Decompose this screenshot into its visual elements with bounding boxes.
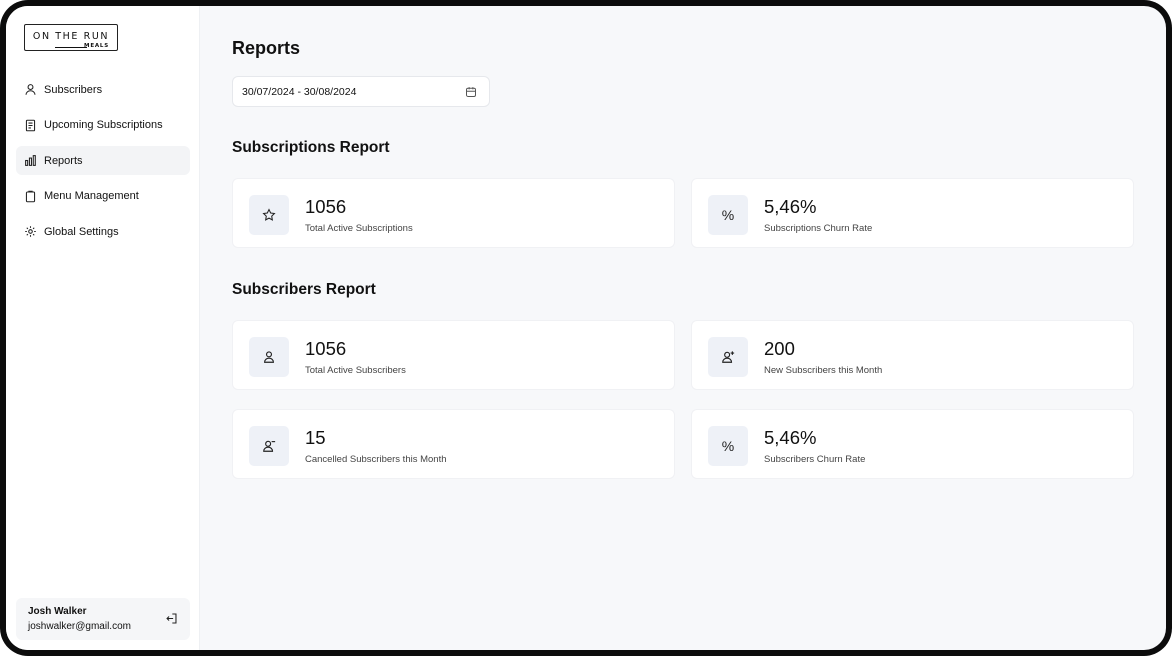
device-frame: ON THE RUN MEALS Subscribers Upcoming Su…	[0, 0, 1172, 656]
stat-value: 1056	[305, 338, 347, 359]
date-range-value: 30/07/2024 - 30/08/2024	[242, 85, 357, 98]
subscribers-report-title: Subscribers Report	[232, 281, 376, 298]
calendar-icon[interactable]	[465, 86, 477, 98]
stat-value: 15	[305, 427, 326, 448]
sidebar-item-label: Upcoming Subscriptions	[44, 119, 163, 131]
user-icon	[249, 337, 289, 377]
logo-underline	[55, 47, 87, 48]
sidebar-item-reports[interactable]: Reports	[16, 146, 190, 175]
stat-card-cancelled-subscribers: 15 Cancelled Subscribers this Month	[232, 409, 675, 479]
stat-value: 5,46%	[764, 427, 817, 448]
date-range-picker[interactable]: 30/07/2024 - 30/08/2024	[232, 76, 490, 107]
sidebar-item-label: Menu Management	[44, 190, 139, 202]
stat-label: Cancelled Subscribers this Month	[305, 454, 447, 465]
user-minus-icon	[249, 426, 289, 466]
page-title: Reports	[232, 38, 301, 58]
stat-card-subscribers-churn-rate: % 5,46% Subscribers Churn Rate	[691, 409, 1134, 479]
receipt-icon	[24, 119, 37, 132]
sidebar-item-subscribers[interactable]: Subscribers	[16, 75, 190, 104]
percent-icon: %	[708, 195, 748, 235]
app-screen: ON THE RUN MEALS Subscribers Upcoming Su…	[6, 6, 1166, 650]
sidebar-item-upcoming-subscriptions[interactable]: Upcoming Subscriptions	[16, 111, 190, 140]
stat-label: Subscriptions Churn Rate	[764, 223, 873, 234]
stat-label: New Subscribers this Month	[764, 365, 883, 376]
stat-value: 200	[764, 338, 795, 359]
sidebar: ON THE RUN MEALS Subscribers Upcoming Su…	[6, 6, 200, 650]
user-email: joshwalker@gmail.com	[28, 621, 131, 632]
stat-value: 5,46%	[764, 196, 817, 217]
stat-label: Total Active Subscribers	[305, 365, 406, 376]
gear-icon	[24, 225, 37, 238]
user-card: Josh Walker joshwalker@gmail.com	[16, 598, 190, 640]
stat-card-subscriptions-churn-rate: % 5,46% Subscriptions Churn Rate	[691, 178, 1134, 248]
stat-card-total-active-subscribers: 1056 Total Active Subscribers	[232, 320, 675, 390]
stat-card-new-subscribers: 200 New Subscribers this Month	[691, 320, 1134, 390]
sidebar-item-label: Global Settings	[44, 225, 119, 238]
sidebar-item-global-settings[interactable]: Global Settings	[16, 217, 190, 246]
user-plus-icon	[708, 337, 748, 377]
clipboard-icon	[24, 190, 37, 203]
stat-value: 1056	[305, 196, 347, 217]
bar-chart-icon	[24, 154, 37, 167]
sidebar-nav: Subscribers Upcoming Subscriptions Repor…	[16, 75, 190, 253]
stat-card-total-active-subscriptions: 1056 Total Active Subscriptions	[232, 178, 675, 248]
stat-label: Total Active Subscriptions	[305, 223, 413, 234]
star-icon	[249, 195, 289, 235]
logout-icon[interactable]	[165, 612, 178, 625]
main-content: Reports 30/07/2024 - 30/08/2024 Subscrip…	[200, 6, 1166, 650]
stat-label: Subscribers Churn Rate	[764, 454, 866, 465]
sidebar-item-label: Reports	[44, 154, 83, 167]
percent-icon: %	[708, 426, 748, 466]
logo-main-text: ON THE RUN	[32, 31, 110, 42]
logo-sub-text: MEALS	[84, 43, 109, 49]
brand-logo[interactable]: ON THE RUN MEALS	[24, 24, 118, 51]
subscriptions-report-title: Subscriptions Report	[232, 139, 390, 156]
sidebar-item-menu-management[interactable]: Menu Management	[16, 182, 190, 211]
user-name: Josh Walker	[28, 606, 87, 617]
sidebar-item-label: Subscribers	[44, 83, 103, 96]
user-icon	[24, 83, 37, 96]
